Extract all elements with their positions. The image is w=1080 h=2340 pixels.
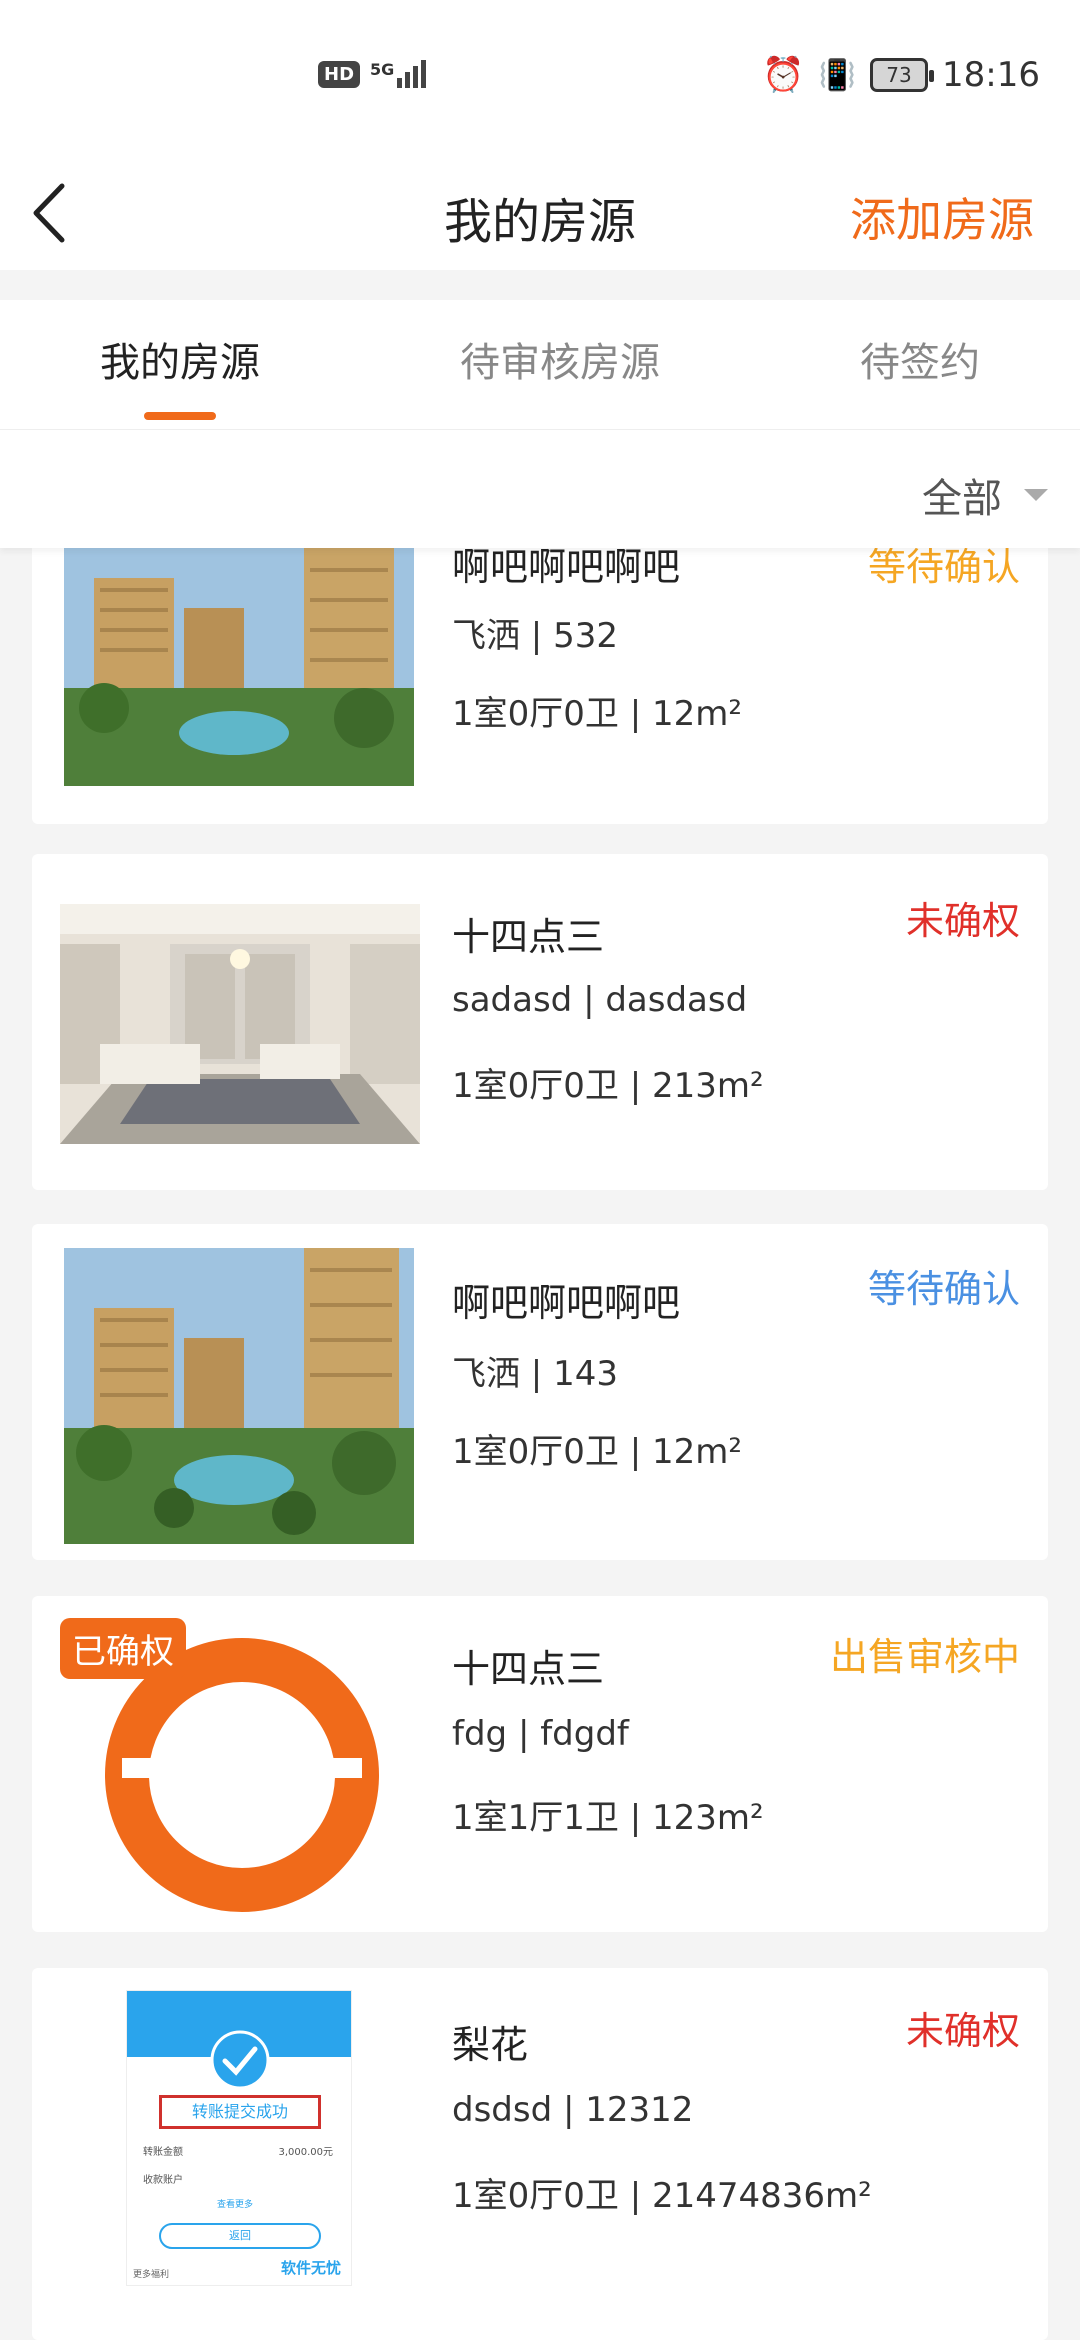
listing-address: sadasd | dasdasd [452,980,748,1020]
listing-address: 飞洒 | 143 [452,1354,618,1394]
vibrate-icon: 📳 [818,57,857,93]
listing-status: 未确权 [905,899,1020,943]
building-photo [64,1248,414,1544]
receipt-screenshot: 转账提交成功 转账金额 3,000.00元 收款账户 查看更多 返回 更多福利 … [126,1990,352,2286]
hd-badge: HD [318,60,361,88]
tab-pending-review[interactable]: 待审核房源 [460,330,660,388]
nav-header: 我的房源 添加房源 [0,160,1080,270]
listing-card[interactable]: 十四点三 sadasd | dasdasd 1室0厅0卫 | 213m² 未确权 [32,854,1048,1190]
listing-address: 飞洒 | 532 [452,616,618,656]
listing-status: 等待确认 [867,548,1020,589]
status-right: ⏰ 📳 73 18:16 [762,55,1040,95]
listing-address: fdg | fdgdf [452,1714,629,1754]
filter-label: 全部 [922,476,1002,522]
listing-title: 梨花 [452,2023,529,2067]
receipt-amount-label: 转账金额 [143,2147,183,2158]
watermark-text: 软件无忧 [280,2259,341,2277]
receipt-amount: 3,000.00元 [278,2147,333,2158]
clock: 18:16 [942,55,1040,95]
checkmark-icon [210,2030,270,2090]
listing-card[interactable]: 转账提交成功 转账金额 3,000.00元 收款账户 查看更多 返回 更多福利 … [32,1968,1048,2340]
active-tab-indicator [144,412,216,420]
listing-status: 等待确认 [867,1267,1020,1311]
listing-card[interactable]: 啊吧啊吧啊吧 飞洒 | 143 1室0厅0卫 | 12m² 等待确认 [32,1224,1048,1560]
listing-status: 未确权 [905,2009,1020,2053]
listing-address: dsdsd | 12312 [452,2090,694,2130]
alarm-icon: ⏰ [762,55,805,95]
caret-down-icon [1024,489,1048,501]
status-bar: HD 5G ⏰ 📳 73 18:16 [0,0,1080,160]
receipt-return-button: 返回 [159,2223,321,2249]
listing-title: 十四点三 [452,915,605,959]
add-listing-button[interactable]: 添加房源 [850,184,1034,250]
tab-bar: 我的房源 待审核房源 待签约 [0,300,1080,430]
status-left: HD 5G [318,60,427,88]
listing-card[interactable]: 已确权 十四点三 fdg | fdgdf 1室1厅1卫 | 123m² 出售审核… [32,1596,1048,1932]
listing-spec: 1室0厅0卫 | 21474836m² [452,2176,872,2216]
listing-title: 十四点三 [452,1647,605,1691]
filter-bar: 全部 [0,430,1080,548]
listing-title: 啊吧啊吧啊吧 [452,1281,681,1325]
network-type: 5G [370,60,395,79]
listing-spec: 1室0厅0卫 | 213m² [452,1066,764,1106]
verified-badge: 已确权 [60,1618,186,1679]
listing-spec: 1室0厅0卫 | 12m² [452,1432,742,1472]
living-room-photo [60,904,420,1144]
receipt-success-text: 转账提交成功 [159,2095,321,2129]
listing-card[interactable]: 啊吧啊吧啊吧 飞洒 | 532 1室0厅0卫 | 12m² 等待确认 [32,548,1048,824]
listing-spec: 1室1厅1卫 | 123m² [452,1798,764,1838]
battery-level: 73 [886,63,912,87]
listing-spec: 1室0厅0卫 | 12m² [452,694,742,734]
building-photo [64,548,414,786]
signal-icon: 5G [370,60,427,88]
listing-status: 出售审核中 [829,1635,1020,1679]
battery-icon: 73 [870,58,935,92]
tab-my-listings[interactable]: 我的房源 [100,330,260,388]
receipt-account-label: 收款账户 [143,2175,183,2186]
receipt-footer: 更多福利 [133,2270,170,2280]
tab-pending-sign[interactable]: 待签约 [860,330,980,388]
filter-dropdown[interactable]: 全部 [922,466,1048,524]
listing-list: 啊吧啊吧啊吧 飞洒 | 532 1室0厅0卫 | 12m² 等待确认 十四点三 … [0,548,1080,2340]
listing-title: 啊吧啊吧啊吧 [452,548,681,589]
receipt-more: 查看更多 [217,2200,254,2210]
